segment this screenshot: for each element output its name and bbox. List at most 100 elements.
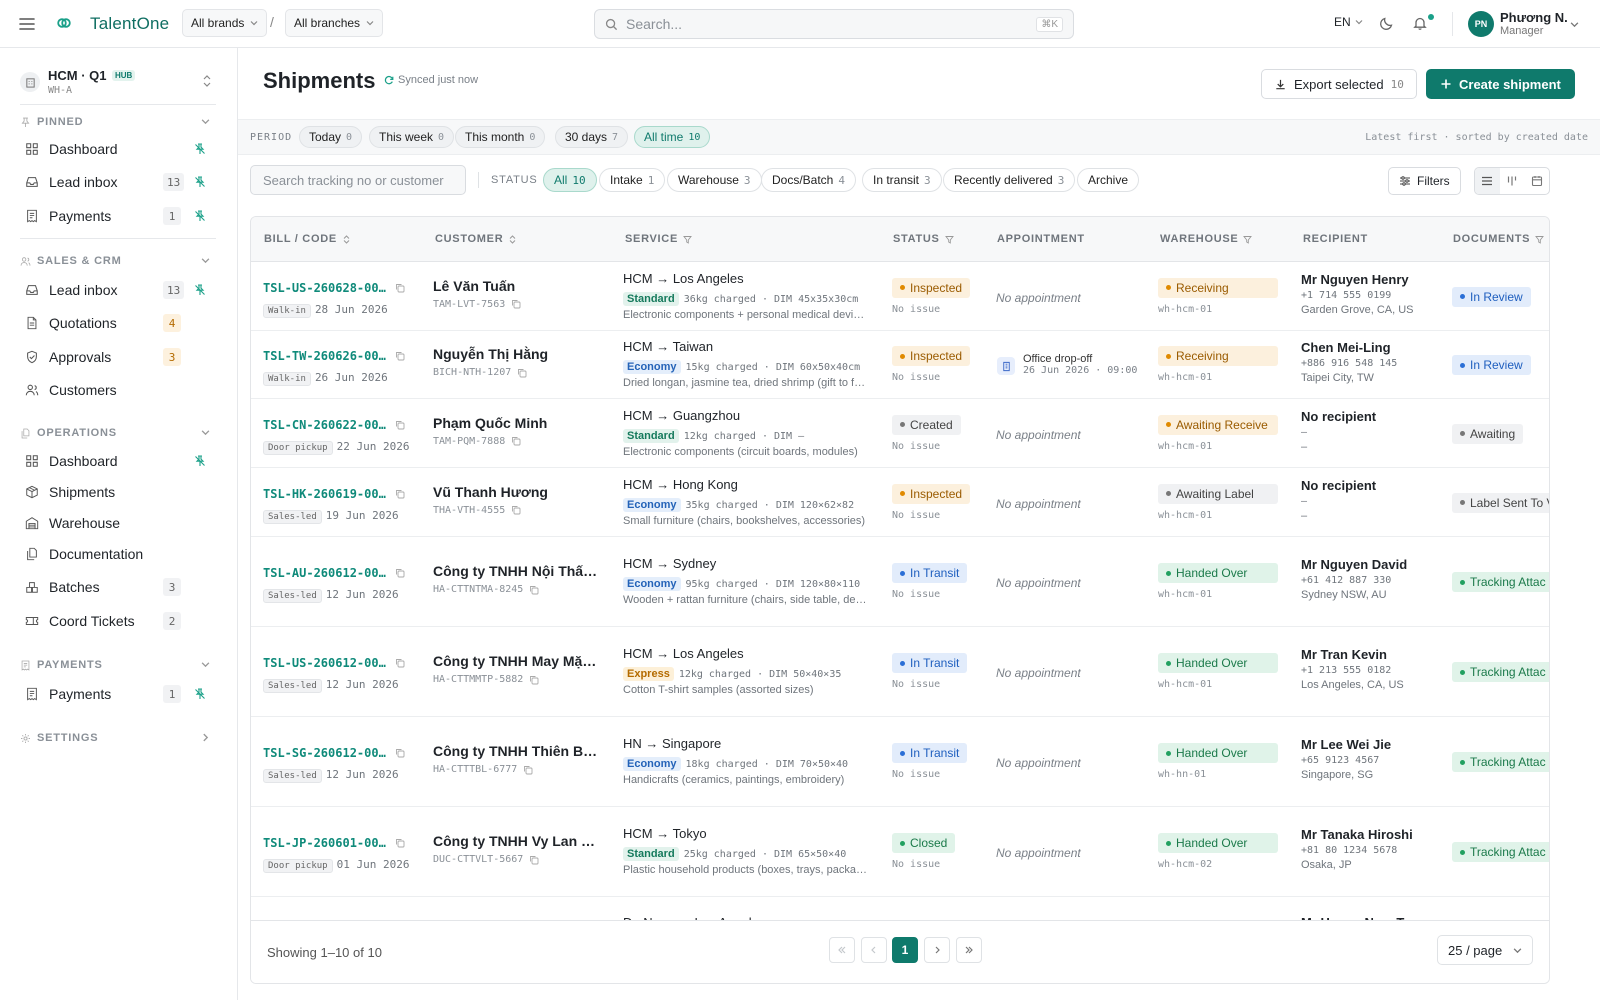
copy-icon[interactable] bbox=[395, 351, 405, 361]
first-page-icon[interactable] bbox=[829, 937, 855, 963]
chevron-down-icon[interactable] bbox=[1570, 20, 1579, 29]
sort-icon[interactable] bbox=[342, 234, 351, 244]
copy-icon[interactable] bbox=[511, 436, 521, 446]
sidebar-item-shipments[interactable]: Shipments bbox=[20, 477, 216, 507]
sidebar-section-payments[interactable]: PAYMENTS bbox=[20, 657, 216, 673]
calendar-view-icon[interactable] bbox=[1524, 168, 1549, 194]
status-chip-intake[interactable]: Intake 1 bbox=[599, 168, 666, 192]
copy-icon[interactable] bbox=[395, 748, 405, 758]
status-chip-archive[interactable]: Archive bbox=[1077, 168, 1140, 192]
copy-icon[interactable] bbox=[529, 675, 539, 685]
unpin-icon[interactable] bbox=[194, 176, 206, 188]
bill-code-link[interactable]: TSL-AU-260612-00… bbox=[263, 566, 413, 580]
bill-code-link[interactable]: TSL-TW-260626-00… bbox=[263, 349, 413, 363]
column-header-service[interactable]: SERVICE bbox=[625, 233, 692, 245]
filter-icon[interactable] bbox=[1535, 235, 1545, 244]
filter-icon[interactable] bbox=[944, 235, 954, 244]
column-header-status[interactable]: STATUS bbox=[893, 233, 954, 245]
table-row[interactable]: TSL-US-260628-00… Walk-in 28 Jun 2026 Lê … bbox=[251, 262, 1549, 331]
status-chip-recently-delivered[interactable]: Recently delivered 3 bbox=[943, 168, 1076, 192]
unpin-icon[interactable] bbox=[194, 688, 206, 700]
filters-button[interactable]: Filters bbox=[1388, 167, 1461, 195]
column-header-bill-code[interactable]: BILL / CODE bbox=[264, 233, 351, 245]
sidebar-item-lead-inbox[interactable]: Lead inbox 13 bbox=[20, 167, 216, 197]
export-selected-button[interactable]: Export selected 10 bbox=[1261, 69, 1417, 99]
list-view-icon[interactable] bbox=[1475, 168, 1500, 194]
bill-code-link[interactable]: TSL-SG-260612-00… bbox=[263, 746, 413, 760]
sidebar-section-pinned[interactable]: PINNED bbox=[20, 114, 216, 130]
copy-icon[interactable] bbox=[395, 489, 405, 499]
language-select[interactable]: EN bbox=[1334, 15, 1363, 29]
sidebar-item-dashboard[interactable]: Dashboard bbox=[20, 446, 216, 476]
moon-icon[interactable] bbox=[1379, 15, 1395, 31]
table-row[interactable]: TSL-JP-260601-00… Door pickup 01 Jun 2026… bbox=[251, 807, 1549, 897]
hamburger-menu-icon[interactable] bbox=[18, 16, 36, 32]
column-header-documents[interactable]: DOCUMENTS bbox=[1453, 233, 1545, 245]
sort-icon[interactable] bbox=[508, 234, 517, 244]
unpin-icon[interactable] bbox=[194, 143, 206, 155]
copy-icon[interactable] bbox=[529, 585, 539, 595]
unpin-icon[interactable] bbox=[194, 284, 206, 296]
period-chip-this-week[interactable]: This week 0 bbox=[369, 126, 455, 148]
status-chip-in-transit[interactable]: In transit 3 bbox=[862, 168, 942, 192]
copy-icon[interactable] bbox=[395, 658, 405, 668]
sidebar-item-dashboard[interactable]: Dashboard bbox=[20, 134, 216, 164]
sidebar-item-coord-tickets[interactable]: Coord Tickets 2 bbox=[20, 606, 216, 636]
table-row[interactable]: TSL-HK-260619-00… Sales-led 19 Jun 2026 V… bbox=[251, 468, 1549, 537]
next-page-icon[interactable] bbox=[924, 937, 950, 963]
column-header-customer[interactable]: CUSTOMER bbox=[435, 233, 517, 245]
page-button-current[interactable]: 1 bbox=[892, 937, 918, 963]
bill-code-link[interactable]: TSL-US-260628-00… bbox=[263, 281, 413, 295]
sidebar-item-approvals[interactable]: Approvals 3 bbox=[20, 342, 216, 372]
brand-select[interactable]: All brands bbox=[182, 9, 268, 37]
bill-code-link[interactable]: TSL-US-260612-00… bbox=[263, 656, 413, 670]
prev-page-icon[interactable] bbox=[861, 937, 887, 963]
sidebar-item-customers[interactable]: Customers bbox=[20, 375, 216, 405]
sidebar-section-sales-crm[interactable]: SALES & CRM bbox=[20, 253, 216, 269]
sidebar-item-lead-inbox[interactable]: Lead inbox 13 bbox=[20, 275, 216, 305]
sidebar-item-quotations[interactable]: Quotations 4 bbox=[20, 308, 216, 338]
period-chip-all-time[interactable]: All time 10 bbox=[634, 126, 711, 148]
sidebar-section-settings[interactable]: SETTINGS bbox=[20, 730, 216, 746]
copy-icon[interactable] bbox=[395, 568, 405, 578]
unpin-icon[interactable] bbox=[194, 455, 206, 467]
bell-icon[interactable] bbox=[1412, 15, 1428, 31]
global-search[interactable]: ⌘K bbox=[594, 9, 1074, 39]
copy-icon[interactable] bbox=[511, 299, 521, 309]
copy-icon[interactable] bbox=[517, 368, 527, 378]
sidebar-item-documentation[interactable]: Documentation bbox=[20, 539, 216, 569]
user-menu[interactable]: Phương N. Manager bbox=[1500, 11, 1568, 38]
copy-icon[interactable] bbox=[511, 505, 521, 515]
copy-icon[interactable] bbox=[395, 838, 405, 848]
table-row[interactable]: TSL-SG-260612-00… Sales-led 12 Jun 2026 C… bbox=[251, 717, 1549, 807]
create-shipment-button[interactable]: Create shipment bbox=[1426, 69, 1575, 99]
sidebar-item-warehouse[interactable]: Warehouse bbox=[20, 508, 216, 538]
global-search-input[interactable] bbox=[626, 16, 1029, 32]
status-chip-warehouse[interactable]: Warehouse 3 bbox=[667, 168, 762, 192]
sidebar-item-payments[interactable]: Payments 1 bbox=[20, 679, 216, 709]
table-row[interactable]: TSL-TW-260626-00… Walk-in 26 Jun 2026 Ngu… bbox=[251, 331, 1549, 399]
filter-icon[interactable] bbox=[683, 235, 692, 244]
table-row[interactable]: TSL-CN-260622-00… Door pickup 22 Jun 2026… bbox=[251, 399, 1549, 468]
table-row[interactable]: TSL-US-260612-00… Sales-led 12 Jun 2026 C… bbox=[251, 627, 1549, 717]
bill-code-link[interactable]: TSL-HK-260619-00… bbox=[263, 487, 413, 501]
per-page-select[interactable]: 25 / page bbox=[1437, 935, 1533, 965]
copy-icon[interactable] bbox=[395, 420, 405, 430]
filter-icon[interactable] bbox=[1243, 235, 1253, 244]
branch-select[interactable]: All branches bbox=[285, 9, 384, 37]
kanban-view-icon[interactable] bbox=[1500, 168, 1525, 194]
period-chip-this-month[interactable]: This month 0 bbox=[455, 126, 546, 148]
column-header-warehouse[interactable]: WAREHOUSE bbox=[1160, 233, 1253, 245]
bill-code-link[interactable]: TSL-CN-260622-00… bbox=[263, 418, 413, 432]
sidebar-section-operations[interactable]: OPERATIONS bbox=[20, 425, 216, 441]
copy-icon[interactable] bbox=[523, 765, 533, 775]
period-chip-today[interactable]: Today 0 bbox=[299, 126, 363, 148]
last-page-icon[interactable] bbox=[956, 937, 982, 963]
period-chip-30-days[interactable]: 30 days 7 bbox=[555, 126, 629, 148]
tracking-search-input[interactable] bbox=[250, 165, 466, 195]
copy-icon[interactable] bbox=[529, 855, 539, 865]
copy-icon[interactable] bbox=[395, 283, 405, 293]
avatar[interactable]: PN bbox=[1468, 11, 1494, 37]
sidebar-item-batches[interactable]: Batches 3 bbox=[20, 572, 216, 602]
status-chip-docs-batch[interactable]: Docs/Batch 4 bbox=[761, 168, 856, 192]
